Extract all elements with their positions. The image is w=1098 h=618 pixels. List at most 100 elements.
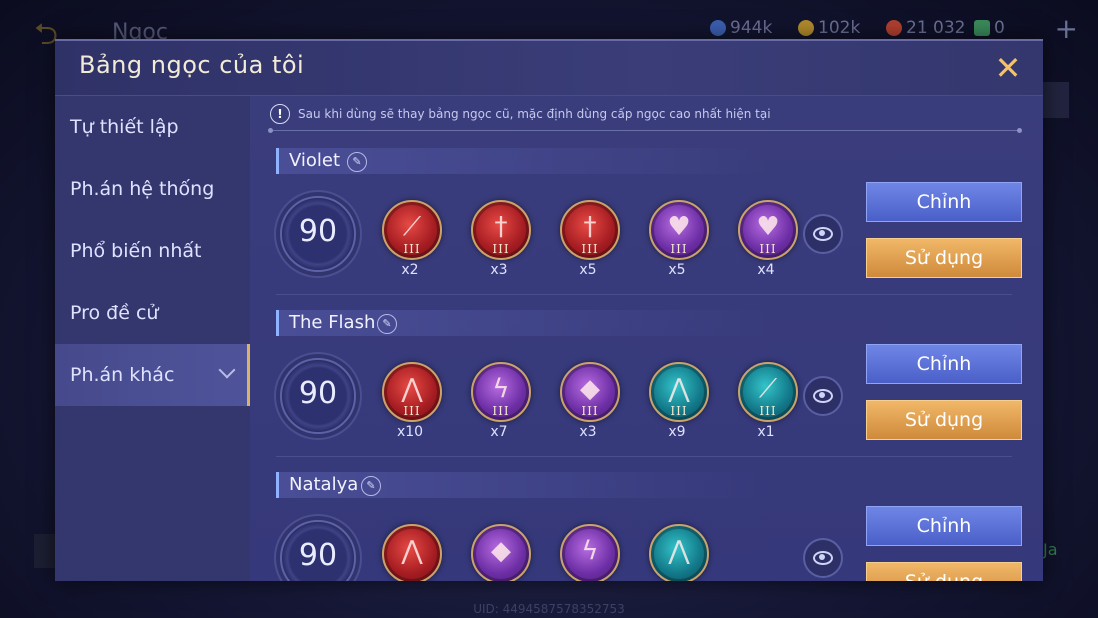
- sidebar-item-label: Tự thiết lập: [70, 116, 179, 138]
- rune-set: Violet ✎ 90 ⟋ III x2 † III x3 † III x5 ♥: [250, 148, 1043, 310]
- rune-tier: III: [492, 404, 510, 418]
- red-gem-icon: [886, 20, 902, 36]
- sidebar-item-label: Phổ biến nhất: [70, 240, 202, 262]
- background-label: Ja: [1043, 540, 1058, 559]
- rune-teal[interactable]: ⟋ III: [738, 362, 798, 422]
- edit-button[interactable]: Chỉnh: [866, 182, 1022, 222]
- level-value: 90: [298, 376, 338, 411]
- use-button[interactable]: Sử dụng: [866, 562, 1022, 581]
- sidebar-item-popular[interactable]: Phổ biến nhất: [55, 220, 250, 282]
- claw-icon: ⋀: [401, 536, 423, 566]
- rune-tier: III: [403, 404, 421, 418]
- claw-icon: ⋀: [668, 374, 690, 404]
- rune-count: x4: [757, 262, 775, 278]
- sword-icon: †: [583, 212, 597, 242]
- sidebar-item-other[interactable]: Ph.án khác: [55, 344, 250, 406]
- drop-icon: ◆: [580, 374, 600, 404]
- rune-purple[interactable]: ϟ: [560, 524, 620, 581]
- set-name: Violet: [289, 150, 341, 171]
- rune-red[interactable]: † III: [471, 200, 531, 260]
- rune-purple[interactable]: ♥ III: [649, 200, 709, 260]
- rune-red[interactable]: ⋀: [382, 524, 442, 581]
- modal-header: Bảng ngọc của tôi ✕: [55, 41, 1043, 96]
- rune-set-modal: Bảng ngọc của tôi ✕ Tự thiết lập Ph.án h…: [55, 39, 1043, 581]
- rune-count: x10: [396, 424, 424, 440]
- divider: [276, 456, 1012, 457]
- preview-button[interactable]: [803, 538, 843, 578]
- rune-red[interactable]: † III: [560, 200, 620, 260]
- rune-teal[interactable]: ⋀: [649, 524, 709, 581]
- lightning-icon: ϟ: [581, 536, 599, 566]
- set-name-bar: Violet ✎: [276, 148, 769, 174]
- drop-icon: ◆: [491, 536, 511, 566]
- rune-count: x1: [757, 424, 775, 440]
- rune-tier: III: [581, 404, 599, 418]
- pencil-icon[interactable]: ✎: [361, 476, 381, 496]
- rune-count: x3: [490, 262, 508, 278]
- close-button[interactable]: ✕: [991, 51, 1025, 85]
- rune-set-list[interactable]: ! Sau khi dùng sẽ thay bảng ngọc cũ, mặc…: [250, 96, 1043, 581]
- chevron-down-icon: [218, 361, 236, 379]
- rune-tier: III: [581, 242, 599, 256]
- currency-green-voucher: 0: [974, 16, 1005, 40]
- rune-count: x7: [490, 424, 508, 440]
- notice-text: Sau khi dùng sẽ thay bảng ngọc cũ, mặc đ…: [298, 107, 771, 121]
- edit-button[interactable]: Chỉnh: [866, 506, 1022, 546]
- preview-button[interactable]: [803, 376, 843, 416]
- pencil-icon[interactable]: ✎: [377, 314, 397, 334]
- rune-purple[interactable]: ◆: [471, 524, 531, 581]
- rune-tier: III: [670, 242, 688, 256]
- rune-red[interactable]: ⟋ III: [382, 200, 442, 260]
- add-currency-icon[interactable]: +: [1055, 12, 1078, 45]
- blade-icon: ⟋: [402, 212, 422, 242]
- edit-button[interactable]: Chỉnh: [866, 344, 1022, 384]
- rune-tier: III: [759, 242, 777, 256]
- gold-coin-icon: [798, 20, 814, 36]
- currency-blue-orb: 944k: [710, 16, 772, 40]
- eye-pupil: [819, 230, 825, 236]
- rune-tier: III: [759, 404, 777, 418]
- level-badge: 90: [280, 358, 356, 434]
- rune-count: x5: [668, 262, 686, 278]
- sidebar-item-system[interactable]: Ph.án hệ thống: [55, 158, 250, 220]
- currency-red-gem: 21 032: [886, 16, 965, 40]
- heart-icon: ♥: [667, 212, 691, 242]
- set-name-bar: Natalya ✎: [276, 472, 769, 498]
- rune-purple[interactable]: ◆ III: [560, 362, 620, 422]
- currency-value: 21 032: [906, 18, 966, 38]
- background-panel: [1043, 82, 1069, 118]
- level-badge: 90: [280, 520, 356, 581]
- sidebar-item-custom[interactable]: Tự thiết lập: [55, 96, 250, 158]
- claw-icon: ⋀: [401, 374, 423, 404]
- blade-icon: ⟋: [758, 374, 778, 404]
- rune-count: x5: [579, 262, 597, 278]
- heart-icon: ♥: [756, 212, 780, 242]
- currency-value: 0: [994, 18, 1005, 38]
- rune-count: x9: [668, 424, 686, 440]
- rune-set: The Flash ✎ 90 ⋀ III x10 ϟ III x7 ◆ III …: [250, 310, 1043, 472]
- rune-set: Natalya ✎ 90 ⋀ ◆ ϟ ⋀ Chỉnh Sử d: [250, 472, 1043, 581]
- preview-button[interactable]: [803, 214, 843, 254]
- sidebar: Tự thiết lập Ph.án hệ thống Phổ biến nhấ…: [55, 96, 250, 581]
- sidebar-item-label: Ph.án khác: [70, 364, 175, 386]
- blue-orb-icon: [710, 20, 726, 36]
- use-button[interactable]: Sử dụng: [866, 400, 1022, 440]
- rune-red[interactable]: ⋀ III: [382, 362, 442, 422]
- sidebar-item-label: Pro đề cử: [70, 302, 159, 324]
- rune-purple[interactable]: ♥ III: [738, 200, 798, 260]
- set-name-bar: The Flash ✎: [276, 310, 769, 336]
- level-value: 90: [298, 538, 338, 573]
- use-button[interactable]: Sử dụng: [866, 238, 1022, 278]
- modal-title: Bảng ngọc của tôi: [79, 51, 305, 79]
- rune-purple[interactable]: ϟ III: [471, 362, 531, 422]
- background-panel: [34, 534, 56, 568]
- rune-tier: III: [492, 242, 510, 256]
- currency-value: 102k: [818, 18, 861, 38]
- green-voucher-icon: [974, 20, 990, 36]
- sidebar-item-pro[interactable]: Pro đề cử: [55, 282, 250, 344]
- pencil-icon[interactable]: ✎: [347, 152, 367, 172]
- eye-pupil: [819, 554, 825, 560]
- rune-teal[interactable]: ⋀ III: [649, 362, 709, 422]
- sidebar-item-label: Ph.án hệ thống: [70, 178, 215, 200]
- currency-gold-coin: 102k: [798, 16, 860, 40]
